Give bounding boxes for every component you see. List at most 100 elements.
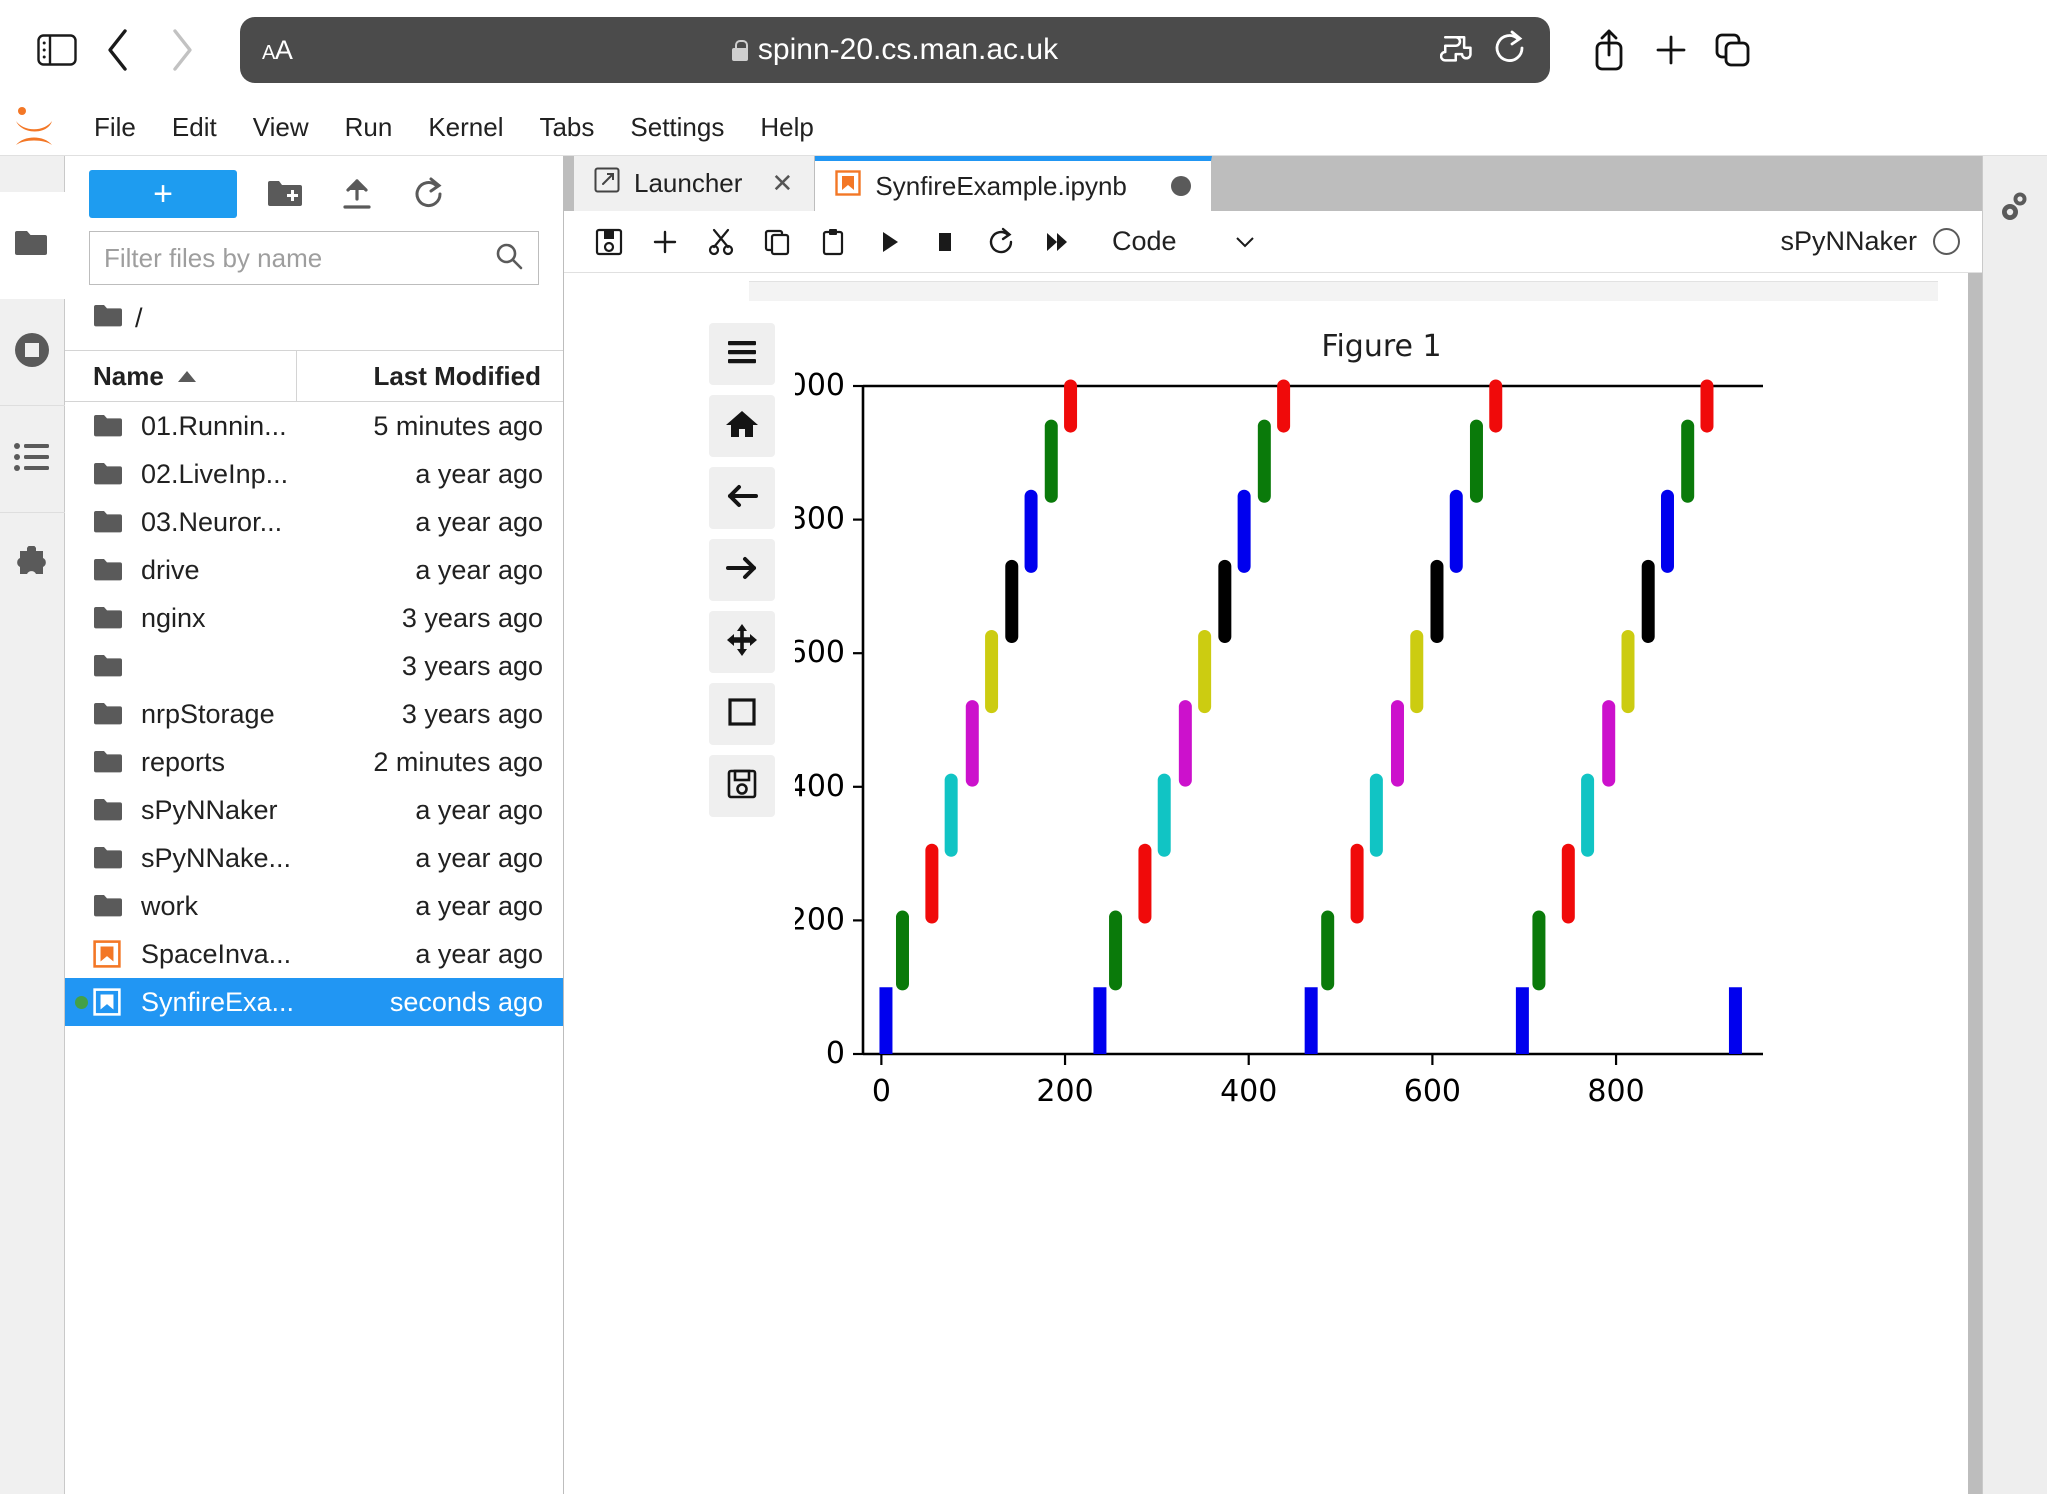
file-name: 02.LiveInp... xyxy=(141,458,289,489)
file-list-item[interactable]: 02.LiveInp... a year ago xyxy=(65,450,563,498)
file-list-item[interactable]: SpaceInva... a year ago xyxy=(65,930,563,978)
restart-run-all-icon[interactable] xyxy=(1034,219,1080,265)
breadcrumb[interactable]: / xyxy=(65,285,563,350)
column-header-name-label: Name xyxy=(93,360,164,391)
copy-icon[interactable] xyxy=(754,219,800,265)
file-list-item[interactable]: work a year ago xyxy=(65,882,563,930)
search-input[interactable] xyxy=(104,242,494,274)
search-icon[interactable] xyxy=(494,241,524,276)
tab-synfireexample[interactable]: SynfireExample.ipynb xyxy=(815,156,1212,211)
sort-ascending-icon xyxy=(177,370,196,382)
unsaved-changes-dot[interactable] xyxy=(1170,176,1191,196)
new-launcher-button[interactable]: + xyxy=(89,169,237,218)
sidebar-item-file-browser[interactable] xyxy=(0,192,65,299)
file-list-item[interactable]: sPyNNake... a year ago xyxy=(65,834,563,882)
puzzle-icon[interactable] xyxy=(1439,31,1478,70)
file-name: nginx xyxy=(141,602,206,633)
back-chevron-icon[interactable] xyxy=(88,19,150,81)
home-button[interactable] xyxy=(709,395,775,457)
forward-button[interactable] xyxy=(709,539,775,601)
paste-icon[interactable] xyxy=(810,219,856,265)
cell-type-value: Code xyxy=(1112,226,1177,256)
folder-icon xyxy=(93,845,127,871)
back-button[interactable] xyxy=(709,467,775,529)
file-list-item[interactable]: 03.Neuror... a year ago xyxy=(65,498,563,546)
menu-settings[interactable]: Settings xyxy=(612,106,742,149)
puzzle-piece-icon xyxy=(13,545,51,587)
file-name: sPyNNaker xyxy=(141,794,278,825)
reload-icon[interactable] xyxy=(1492,29,1528,72)
file-modified: a year ago xyxy=(415,554,543,585)
file-list-item[interactable]: sPyNNaker a year ago xyxy=(65,786,563,834)
menu-run[interactable]: Run xyxy=(327,106,411,149)
new-folder-icon[interactable] xyxy=(261,170,309,218)
folder-icon xyxy=(93,605,127,631)
tab-launcher-label: Launcher xyxy=(634,168,743,198)
cell-type-dropdown[interactable]: Code xyxy=(1112,226,1257,257)
menu-file[interactable]: File xyxy=(76,106,154,149)
file-modified: 3 years ago xyxy=(401,698,543,729)
url-text: spinn-20.cs.man.ac.uk xyxy=(757,33,1059,66)
text-size-button[interactable]: AA xyxy=(262,35,293,66)
column-header-name[interactable]: Name xyxy=(65,351,297,401)
file-modified: 2 minutes ago xyxy=(373,746,543,777)
breadcrumb-root[interactable]: / xyxy=(135,303,143,334)
column-header-modified[interactable]: Last Modified xyxy=(297,361,563,392)
tab-launcher[interactable]: Launcher ✕ xyxy=(574,156,816,211)
forward-chevron-icon xyxy=(150,19,212,81)
run-icon[interactable] xyxy=(866,219,912,265)
file-list-item[interactable]: drive a year ago xyxy=(65,546,563,594)
share-icon[interactable] xyxy=(1578,19,1640,81)
file-name: sPyNNake... xyxy=(141,842,292,873)
menu-view[interactable]: View xyxy=(235,106,327,149)
svg-text:600: 600 xyxy=(1404,1074,1461,1109)
folder-icon xyxy=(93,413,127,439)
launcher-icon xyxy=(594,167,620,200)
hamburger-icon xyxy=(724,337,760,372)
menu-help[interactable]: Help xyxy=(742,106,831,149)
notebook-toolbar: Code sPyNNaker xyxy=(564,211,1982,273)
sidebar-item-running-sessions[interactable] xyxy=(0,299,65,406)
upload-icon[interactable] xyxy=(333,170,381,218)
file-list-item[interactable]: SynfireExa... seconds ago xyxy=(65,978,563,1026)
stop-icon[interactable] xyxy=(922,219,968,265)
kernel-status-group[interactable]: sPyNNaker xyxy=(1780,226,1960,257)
menu-kernel[interactable]: Kernel xyxy=(410,106,521,149)
file-list-item[interactable]: nginx 3 years ago xyxy=(65,594,563,642)
file-filter-box[interactable] xyxy=(89,231,539,285)
folder-icon xyxy=(93,509,127,535)
file-modified: a year ago xyxy=(415,890,543,921)
save-icon[interactable] xyxy=(586,219,632,265)
tab-overview-icon[interactable] xyxy=(1702,19,1764,81)
spike-raster-plot[interactable]: 0 200 400 600 800 1000 0 200 400 600 800 xyxy=(795,364,1795,1164)
file-list-item[interactable]: 3 years ago xyxy=(65,642,563,690)
close-icon[interactable]: ✕ xyxy=(770,168,794,199)
pan-button[interactable] xyxy=(709,611,775,673)
file-list-item[interactable]: 01.Runnin... 5 minutes ago xyxy=(65,402,563,450)
file-browser-panel: + Filter files by name / Name Last Modif… xyxy=(65,156,564,1494)
zoom-rect-button[interactable] xyxy=(709,683,775,745)
sidebar-item-table-of-contents[interactable] xyxy=(0,406,65,513)
file-modified: 3 years ago xyxy=(401,602,543,633)
sidebar-icon[interactable] xyxy=(26,19,88,81)
insert-cell-icon[interactable] xyxy=(642,219,688,265)
file-name: 03.Neuror... xyxy=(141,506,283,537)
menu-button[interactable] xyxy=(709,323,775,385)
notebook-icon xyxy=(93,940,127,968)
download-button[interactable] xyxy=(709,755,775,817)
property-inspector-gear-icon[interactable] xyxy=(1995,186,2035,231)
url-bar[interactable]: AA spinn-20.cs.man.ac.uk xyxy=(240,17,1550,83)
file-name: nrpStorage xyxy=(141,698,275,729)
menu-edit[interactable]: Edit xyxy=(154,106,235,149)
cell-output-area: Figure 1 0 200 400 600 800 1000 0 200 400 600 800 xyxy=(564,301,1968,1184)
file-list-item[interactable]: nrpStorage 3 years ago xyxy=(65,690,563,738)
cut-icon[interactable] xyxy=(698,219,744,265)
sidebar-item-extension-manager[interactable] xyxy=(0,513,65,620)
svg-text:0: 0 xyxy=(872,1074,891,1109)
file-list-item[interactable]: reports 2 minutes ago xyxy=(65,738,563,786)
plot-host[interactable]: 0 200 400 600 800 1000 0 200 400 600 800 xyxy=(795,364,1968,1184)
restart-icon[interactable] xyxy=(978,219,1024,265)
menu-tabs[interactable]: Tabs xyxy=(521,106,612,149)
plus-icon[interactable] xyxy=(1640,19,1702,81)
refresh-icon[interactable] xyxy=(405,170,453,218)
